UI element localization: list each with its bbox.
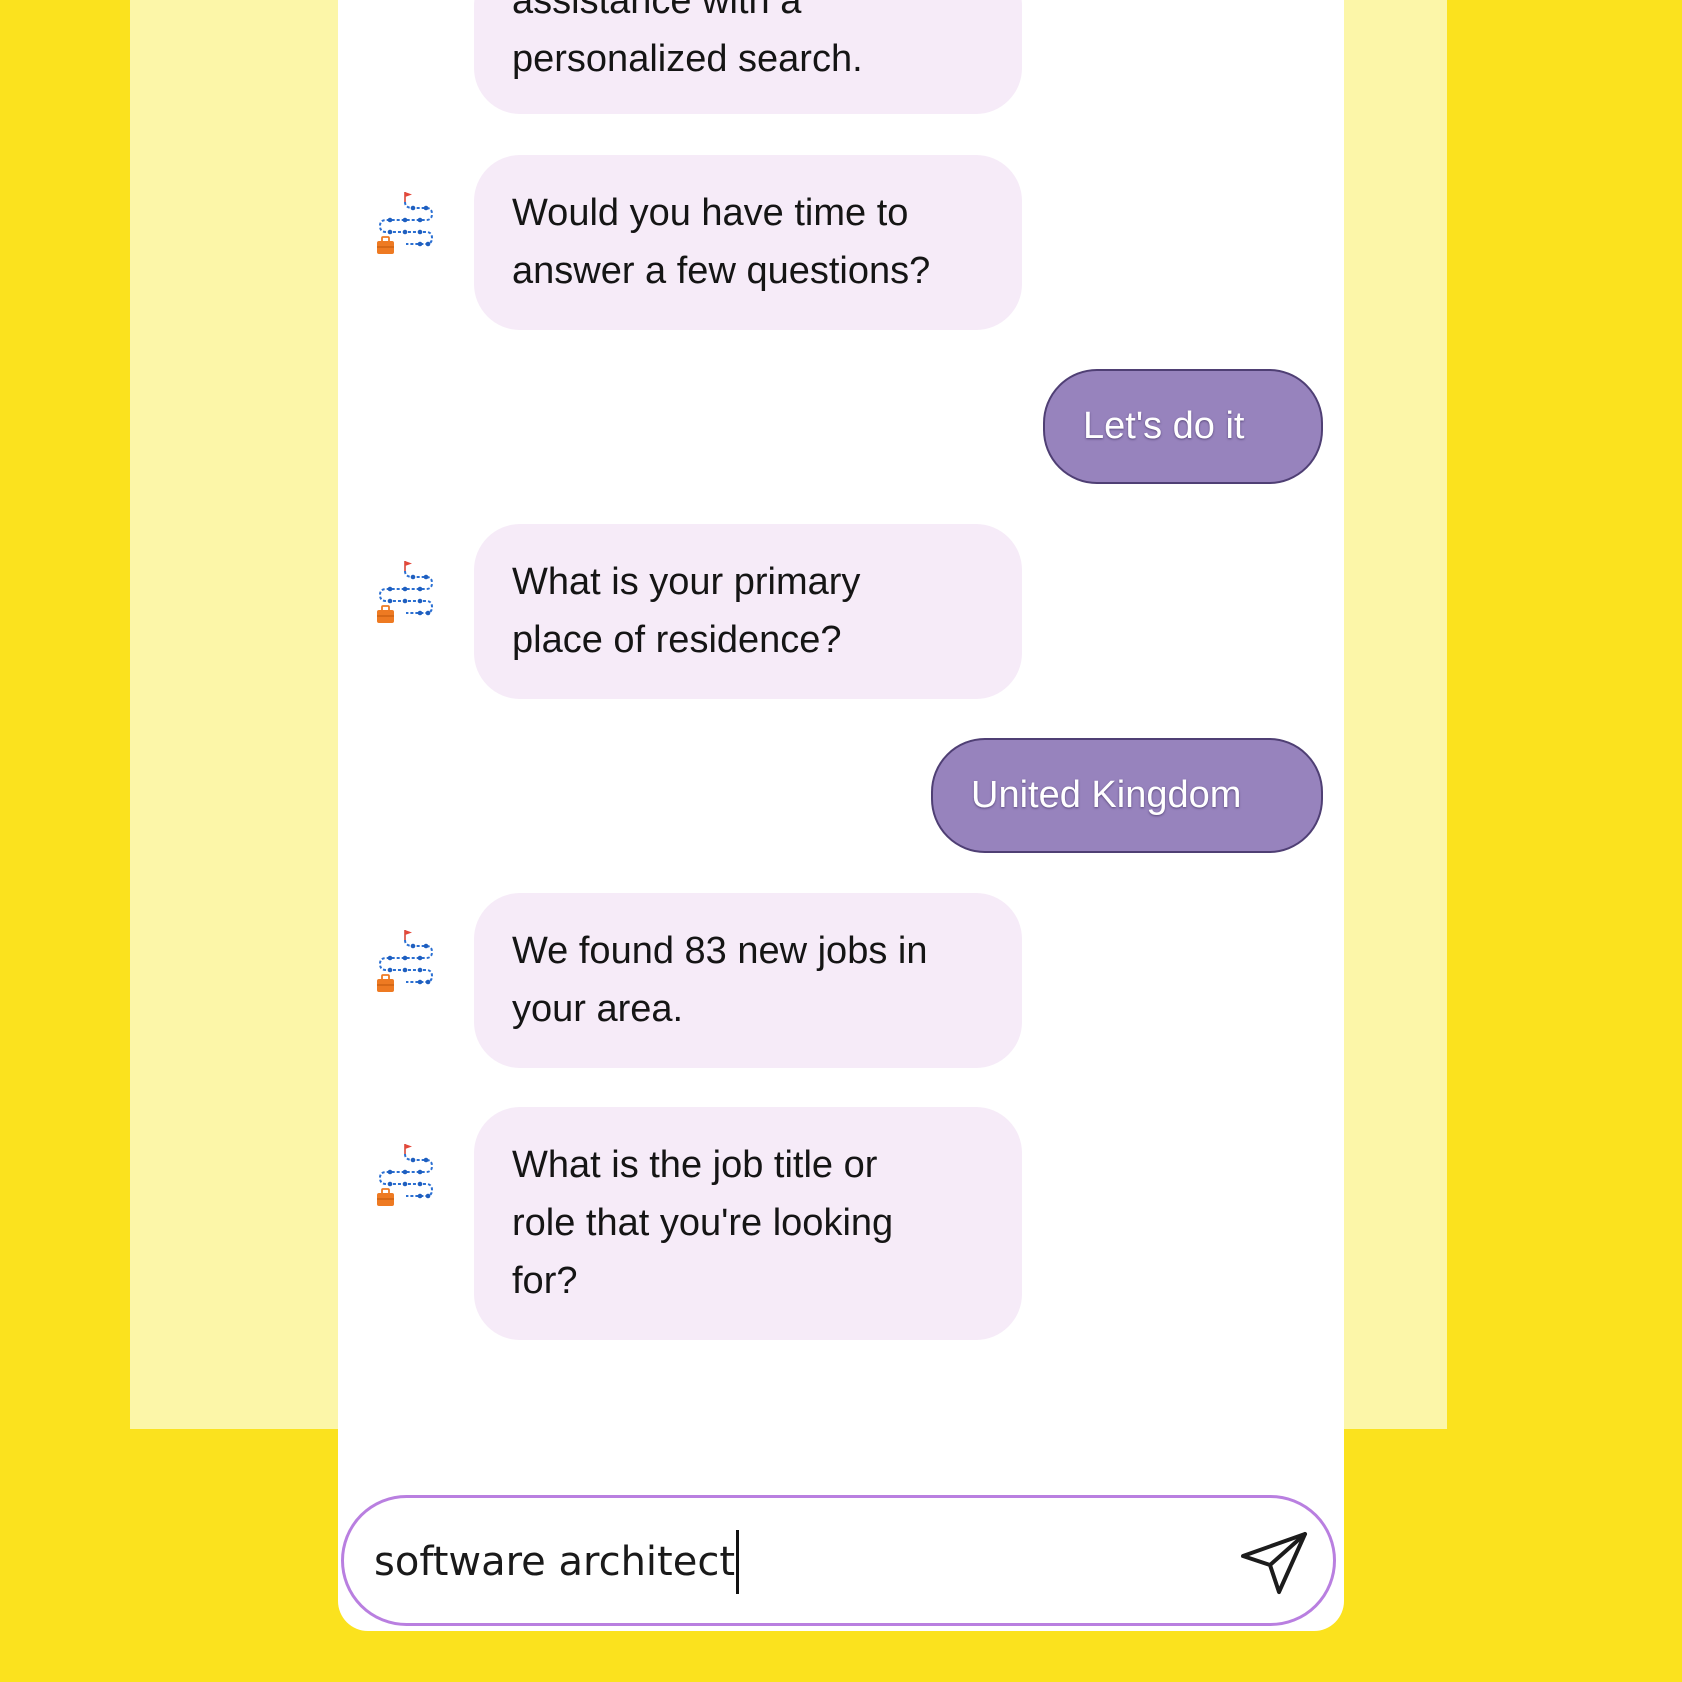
message-line: We found 83 new jobs in [512, 930, 928, 972]
message-input[interactable]: software architect [341, 1495, 1336, 1626]
user-message: Let's do it [1043, 369, 1323, 484]
message-input-value: software architect [374, 1539, 735, 1585]
message-line: for? [512, 1260, 578, 1302]
chat-window: assistance with a personalized search. W… [338, 0, 1344, 1631]
text-caret [736, 1530, 739, 1594]
message-line: answer a few questions? [512, 250, 931, 292]
message-line: Would you have time to [512, 192, 909, 234]
job-path-icon [377, 561, 434, 623]
message-line: personalized search. [512, 38, 863, 80]
message-line: your area. [512, 988, 684, 1030]
bot-message: What is your primary place of residence? [474, 524, 1022, 699]
bot-message: Would you have time to answer a few ques… [474, 155, 1022, 330]
message-input-text[interactable]: software architect [374, 1530, 739, 1594]
message-text: Let's do it [1083, 405, 1245, 447]
message-line: What is the job title or [512, 1144, 878, 1186]
job-path-icon [377, 192, 434, 254]
message-text: United Kingdom [971, 774, 1242, 816]
message-line: assistance with a [512, 0, 802, 22]
message-line: What is your primary [512, 561, 861, 603]
send-icon[interactable] [1239, 1531, 1309, 1595]
message-line: place of residence? [512, 619, 842, 661]
job-path-icon [377, 930, 434, 992]
message-line: role that you're looking [512, 1202, 894, 1244]
bot-message: We found 83 new jobs in your area. [474, 893, 1022, 1068]
job-path-icon [377, 1144, 434, 1206]
bot-message: What is the job title or role that you'r… [474, 1107, 1022, 1340]
bot-message: assistance with a personalized search. [474, 0, 1022, 114]
user-message: United Kingdom [931, 738, 1323, 853]
